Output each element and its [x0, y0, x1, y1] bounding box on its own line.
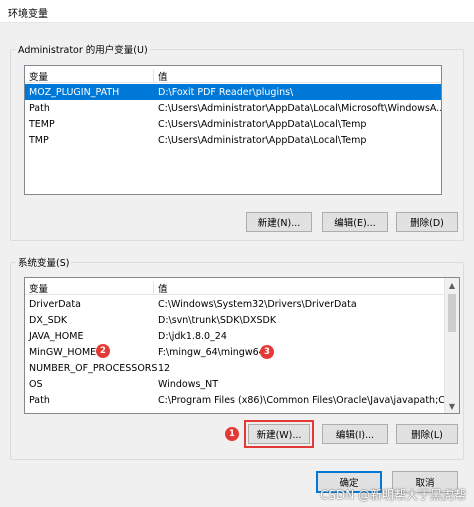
- var-name: MOZ_PLUGIN_PATH: [29, 87, 120, 98]
- system-new-button[interactable]: 新建(W)...: [248, 424, 310, 444]
- list-item[interactable]: MinGW_HOME F:\mingw_64\mingw64: [25, 344, 459, 360]
- list-item[interactable]: JAVA_HOME D:\jdk1.8.0_24: [25, 328, 459, 344]
- var-name: DX_SDK: [29, 315, 68, 326]
- window-title: 环境变量: [8, 9, 48, 20]
- list-header: 变量 值: [25, 66, 441, 83]
- var-value: C:\Windows\System32\Drivers\DriverData: [158, 299, 357, 310]
- var-value: D:\svn\trunk\SDK\DXSDK: [158, 315, 277, 326]
- system-vars-list[interactable]: 变量 值 DriverData C:\Windows\System32\Driv…: [24, 277, 460, 414]
- vertical-scrollbar[interactable]: ▲ ▼: [444, 278, 459, 413]
- scroll-thumb[interactable]: [448, 294, 456, 332]
- var-value: C:\Users\Administrator\AppData\Local\Tem…: [158, 135, 367, 146]
- watermark: CSDN @新明帮大于黑虎帮: [319, 488, 466, 502]
- var-name: NUMBER_OF_PROCESSORS: [29, 363, 158, 374]
- user-edit-button[interactable]: 编辑(E)...: [322, 212, 388, 232]
- column-header-variable[interactable]: 变量: [29, 69, 48, 83]
- list-item[interactable]: NUMBER_OF_PROCESSORS 12: [25, 360, 459, 376]
- var-name: TMP: [29, 135, 49, 146]
- var-name: Path: [29, 395, 50, 406]
- var-name: TEMP: [29, 119, 55, 130]
- var-name: Path: [29, 103, 50, 114]
- list-item[interactable]: DriverData C:\Windows\System32\Drivers\D…: [25, 296, 459, 312]
- column-header-value[interactable]: 值: [153, 69, 168, 83]
- user-new-button[interactable]: 新建(N)...: [246, 212, 312, 232]
- title-bar: 环境变量: [0, 0, 474, 23]
- annotation-marker-3: 3: [260, 345, 274, 359]
- scroll-up-icon[interactable]: ▲: [445, 278, 459, 292]
- system-delete-button[interactable]: 删除(L): [396, 424, 458, 444]
- list-item[interactable]: DX_SDK D:\svn\trunk\SDK\DXSDK: [25, 312, 459, 328]
- user-vars-label: Administrator 的用户变量(U): [16, 42, 150, 56]
- column-header-variable[interactable]: 变量: [29, 281, 48, 295]
- var-value: Windows_NT: [158, 379, 219, 390]
- column-header-value[interactable]: 值: [153, 281, 168, 295]
- var-name: OS: [29, 379, 43, 390]
- var-value: F:\mingw_64\mingw64: [158, 347, 265, 358]
- user-vars-list[interactable]: 变量 值 MOZ_PLUGIN_PATH D:\Foxit PDF Reader…: [24, 65, 442, 195]
- list-item[interactable]: TMP C:\Users\Administrator\AppData\Local…: [25, 132, 441, 148]
- var-name: MinGW_HOME: [29, 347, 97, 358]
- var-value: C:\Users\Administrator\AppData\Local\Tem…: [158, 119, 367, 130]
- list-item[interactable]: MOZ_PLUGIN_PATH D:\Foxit PDF Reader\plug…: [25, 84, 441, 100]
- var-value: D:\Foxit PDF Reader\plugins\: [158, 87, 294, 98]
- var-name: DriverData: [29, 299, 81, 310]
- system-vars-label: 系统变量(S): [16, 255, 72, 269]
- annotation-marker-2: 2: [96, 344, 110, 358]
- list-item[interactable]: Path C:\Program Files (x86)\Common Files…: [25, 392, 459, 408]
- list-header: 变量 值: [25, 278, 459, 295]
- list-item[interactable]: TEMP C:\Users\Administrator\AppData\Loca…: [25, 116, 441, 132]
- var-value: 12: [158, 363, 171, 374]
- var-value: D:\jdk1.8.0_24: [158, 331, 227, 342]
- var-name: JAVA_HOME: [29, 331, 84, 342]
- scroll-down-icon[interactable]: ▼: [445, 399, 459, 413]
- user-delete-button[interactable]: 删除(D): [396, 212, 458, 232]
- list-item[interactable]: Path C:\Users\Administrator\AppData\Loca…: [25, 100, 441, 116]
- var-value: C:\Users\Administrator\AppData\Local\Mic…: [158, 103, 442, 114]
- var-value: C:\Program Files (x86)\Common Files\Orac…: [158, 395, 458, 406]
- list-item[interactable]: OS Windows_NT: [25, 376, 459, 392]
- annotation-marker-1: 1: [225, 427, 239, 441]
- system-edit-button[interactable]: 编辑(I)...: [322, 424, 388, 444]
